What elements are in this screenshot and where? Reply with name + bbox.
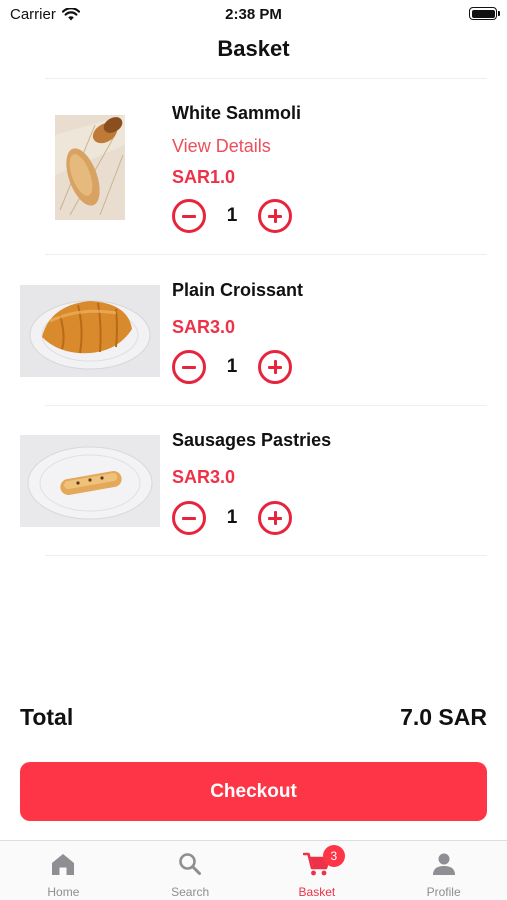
tab-search[interactable]: Search bbox=[127, 841, 254, 900]
item-quantity: 1 bbox=[226, 356, 238, 377]
minus-icon bbox=[182, 214, 196, 218]
person-icon bbox=[432, 853, 455, 875]
decrease-quantity-button[interactable] bbox=[172, 199, 206, 233]
item-image-sausages-pastries bbox=[20, 435, 160, 527]
item-quantity: 1 bbox=[226, 205, 238, 226]
tab-label: Home bbox=[47, 885, 80, 899]
quantity-stepper: 1 bbox=[172, 501, 292, 535]
increase-quantity-button[interactable] bbox=[258, 501, 292, 535]
tab-label: Profile bbox=[426, 885, 461, 899]
quantity-stepper: 1 bbox=[172, 350, 292, 384]
increase-quantity-button[interactable] bbox=[258, 199, 292, 233]
item-name: Plain Croissant bbox=[172, 280, 304, 300]
tab-profile[interactable]: Profile bbox=[380, 841, 507, 900]
total-label: Total bbox=[20, 704, 74, 730]
item-quantity: 1 bbox=[226, 507, 238, 528]
tab-basket[interactable]: 3 Basket bbox=[254, 841, 381, 900]
battery-icon bbox=[469, 7, 500, 20]
status-bar: Carrier 2:38 PM bbox=[0, 0, 507, 28]
item-divider bbox=[45, 405, 487, 406]
page-title: Basket bbox=[217, 36, 290, 61]
decrease-quantity-button[interactable] bbox=[172, 501, 206, 535]
increase-quantity-button[interactable] bbox=[258, 350, 292, 384]
item-price: SAR1.0 bbox=[172, 167, 236, 187]
tab-label: Basket bbox=[298, 885, 336, 899]
view-details-link[interactable]: View Details bbox=[172, 136, 271, 157]
item-name: White Sammoli bbox=[172, 103, 302, 123]
decrease-quantity-button[interactable] bbox=[172, 350, 206, 384]
search-icon bbox=[179, 853, 202, 875]
item-image-white-sammoli bbox=[55, 115, 125, 220]
item-divider bbox=[45, 254, 487, 255]
total-value: 7.0 SAR bbox=[400, 704, 487, 730]
item-image-plain-croissant bbox=[20, 285, 160, 377]
minus-icon bbox=[182, 516, 196, 520]
tab-label: Search bbox=[171, 885, 210, 899]
tab-home[interactable]: Home bbox=[0, 841, 127, 900]
status-time: 2:38 PM bbox=[225, 6, 282, 23]
item-divider bbox=[45, 555, 487, 556]
checkout-button[interactable]: Checkout bbox=[20, 762, 487, 821]
item-price: SAR3.0 bbox=[172, 317, 236, 337]
minus-icon bbox=[182, 365, 196, 369]
header-divider bbox=[45, 78, 487, 79]
tab-bar: Home Search 3 Basket Profile bbox=[0, 840, 507, 900]
cart-count-badge: 3 bbox=[322, 845, 345, 867]
home-icon bbox=[52, 854, 75, 875]
item-price: SAR3.0 bbox=[172, 467, 236, 487]
item-name: Sausages Pastries bbox=[172, 430, 332, 450]
quantity-stepper: 1 bbox=[172, 199, 292, 233]
